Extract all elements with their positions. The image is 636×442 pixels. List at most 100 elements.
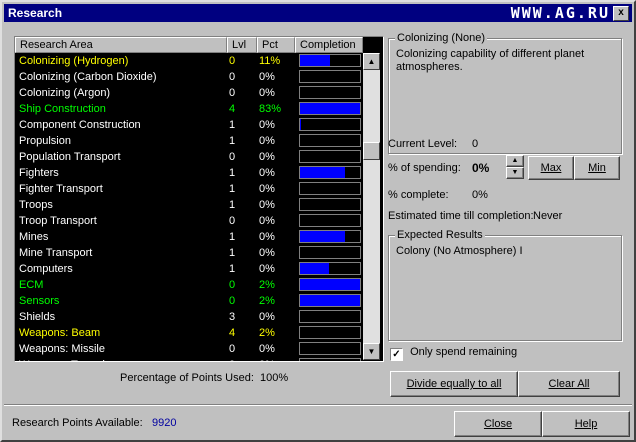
list-item[interactable]: Computers 1 0%	[15, 261, 363, 277]
description-group: Colonizing (None) Colonizing capability …	[388, 32, 622, 154]
list-item[interactable]: ECM 0 2%	[15, 277, 363, 293]
research-area-name: Colonizing (Hydrogen)	[19, 55, 129, 67]
close-button[interactable]: Close	[454, 411, 542, 437]
percent-value: 2%	[259, 327, 275, 339]
footer-divider	[4, 404, 632, 406]
divide-equally-button[interactable]: Divide equally to all	[390, 371, 518, 397]
research-area-name: Mines	[19, 231, 49, 243]
col-pct[interactable]: Pct	[257, 37, 295, 53]
percent-value: 0%	[259, 343, 275, 355]
completion-bar	[299, 198, 361, 211]
list-item[interactable]: Troops 1 0%	[15, 197, 363, 213]
level-value: 1	[229, 199, 236, 211]
percent-value: 2%	[259, 295, 275, 307]
completion-bar	[299, 294, 361, 307]
watermark: WWW.AG.RU	[510, 4, 610, 22]
list-item[interactable]: Weapons: Beam 4 2%	[15, 325, 363, 341]
help-button[interactable]: Help	[542, 411, 630, 437]
list-item[interactable]: Mine Transport 1 0%	[15, 245, 363, 261]
spending-label: % of spending:	[388, 162, 461, 174]
col-completion[interactable]: Completion	[295, 37, 363, 53]
level-value: 0	[229, 87, 236, 99]
list-item[interactable]: Propulsion 1 0%	[15, 133, 363, 149]
percent-value: 0%	[259, 231, 275, 243]
percent-value: 0%	[259, 247, 275, 259]
level-value: 1	[229, 247, 236, 259]
list-item[interactable]: Population Transport 0 0%	[15, 149, 363, 165]
scroll-up-icon[interactable]: ▲	[363, 53, 380, 70]
research-area-name: Component Construction	[19, 119, 141, 131]
completion-bar	[299, 70, 361, 83]
percent-value: 0%	[259, 87, 275, 99]
list-item[interactable]: Weapons: Missile 0 0%	[15, 341, 363, 357]
list-scrollbar[interactable]: ▲ ▼	[363, 53, 380, 360]
clear-all-button[interactable]: Clear All	[518, 371, 620, 397]
list-item[interactable]: Ship Construction 4 83%	[15, 101, 363, 117]
expected-results-value: Colony (No Atmosphere) I	[396, 245, 523, 257]
spending-up-button[interactable]: ▲	[506, 155, 524, 167]
research-area-name: Shields	[19, 311, 56, 323]
level-value: 0	[229, 55, 236, 67]
completion-fill	[300, 295, 360, 306]
level-value: 0	[229, 279, 236, 291]
list-item[interactable]: Troop Transport 0 0%	[15, 213, 363, 229]
percent-value: 0%	[259, 167, 275, 179]
research-area-name: Fighters	[19, 167, 59, 179]
list-item[interactable]: Fighters 1 0%	[15, 165, 363, 181]
percent-value: 0%	[259, 311, 275, 323]
completion-bar	[299, 118, 361, 131]
col-research-area[interactable]: Research Area	[15, 37, 227, 53]
max-button[interactable]: Max	[528, 156, 574, 180]
eta-value: Never	[533, 210, 563, 222]
percent-value: 0%	[259, 357, 275, 361]
level-value: 1	[229, 167, 236, 179]
completion-fill	[300, 55, 330, 66]
completion-bar	[299, 134, 361, 147]
list-item[interactable]: Colonizing (Argon) 0 0%	[15, 85, 363, 101]
level-value: 0	[229, 295, 236, 307]
list-item[interactable]: Colonizing (Hydrogen) 0 11%	[15, 53, 363, 69]
list-item[interactable]: Weapons: Torpedo 0 0%	[15, 357, 363, 361]
points-used-value: 100%	[260, 372, 289, 384]
list-item[interactable]: Fighter Transport 1 0%	[15, 181, 363, 197]
completion-bar	[299, 246, 361, 259]
completion-bar	[299, 182, 361, 195]
min-button[interactable]: Min	[574, 156, 620, 180]
spending-value: 0%	[472, 161, 490, 175]
only-spend-remaining-checkbox[interactable]: ✓ Only spend remaining	[390, 346, 517, 361]
level-value: 1	[229, 183, 236, 195]
list-item[interactable]: Mines 1 0%	[15, 229, 363, 245]
research-list: Research Area Lvl Pct Completion Coloniz…	[14, 36, 384, 362]
completion-fill	[300, 103, 360, 114]
research-points-label: Research Points Available:	[12, 417, 143, 429]
complete-label: % complete:	[388, 189, 449, 201]
checkbox-icon[interactable]: ✓	[390, 348, 403, 361]
percent-value: 0%	[259, 199, 275, 211]
list-item[interactable]: Shields 3 0%	[15, 309, 363, 325]
percent-value: 0%	[259, 183, 275, 195]
completion-bar	[299, 262, 361, 275]
complete-value: 0%	[472, 189, 488, 201]
expected-results-group: Expected Results Colony (No Atmosphere) …	[388, 229, 622, 341]
list-header: Research Area Lvl Pct Completion	[15, 37, 363, 53]
completion-bar	[299, 358, 361, 361]
research-area-name: Mine Transport	[19, 247, 93, 259]
eta-label: Estimated time till completion:	[388, 210, 534, 222]
percent-value: 0%	[259, 135, 275, 147]
col-lvl[interactable]: Lvl	[227, 37, 257, 53]
research-area-name: Colonizing (Carbon Dioxide)	[19, 71, 157, 83]
current-level-value: 0	[472, 138, 479, 150]
list-item[interactable]: Colonizing (Carbon Dioxide) 0 0%	[15, 69, 363, 85]
completion-bar	[299, 166, 361, 179]
completion-fill	[300, 231, 345, 242]
scroll-down-icon[interactable]: ▼	[363, 343, 380, 360]
research-area-name: Propulsion	[19, 135, 71, 147]
close-window-button[interactable]: x	[613, 6, 629, 21]
expected-results-title: Expected Results	[395, 229, 485, 241]
list-item[interactable]: Sensors 0 2%	[15, 293, 363, 309]
completion-fill	[300, 167, 345, 178]
spending-down-button[interactable]: ▼	[506, 167, 524, 179]
list-item[interactable]: Component Construction 1 0%	[15, 117, 363, 133]
scroll-thumb[interactable]	[363, 142, 380, 160]
level-value: 1	[229, 263, 236, 275]
